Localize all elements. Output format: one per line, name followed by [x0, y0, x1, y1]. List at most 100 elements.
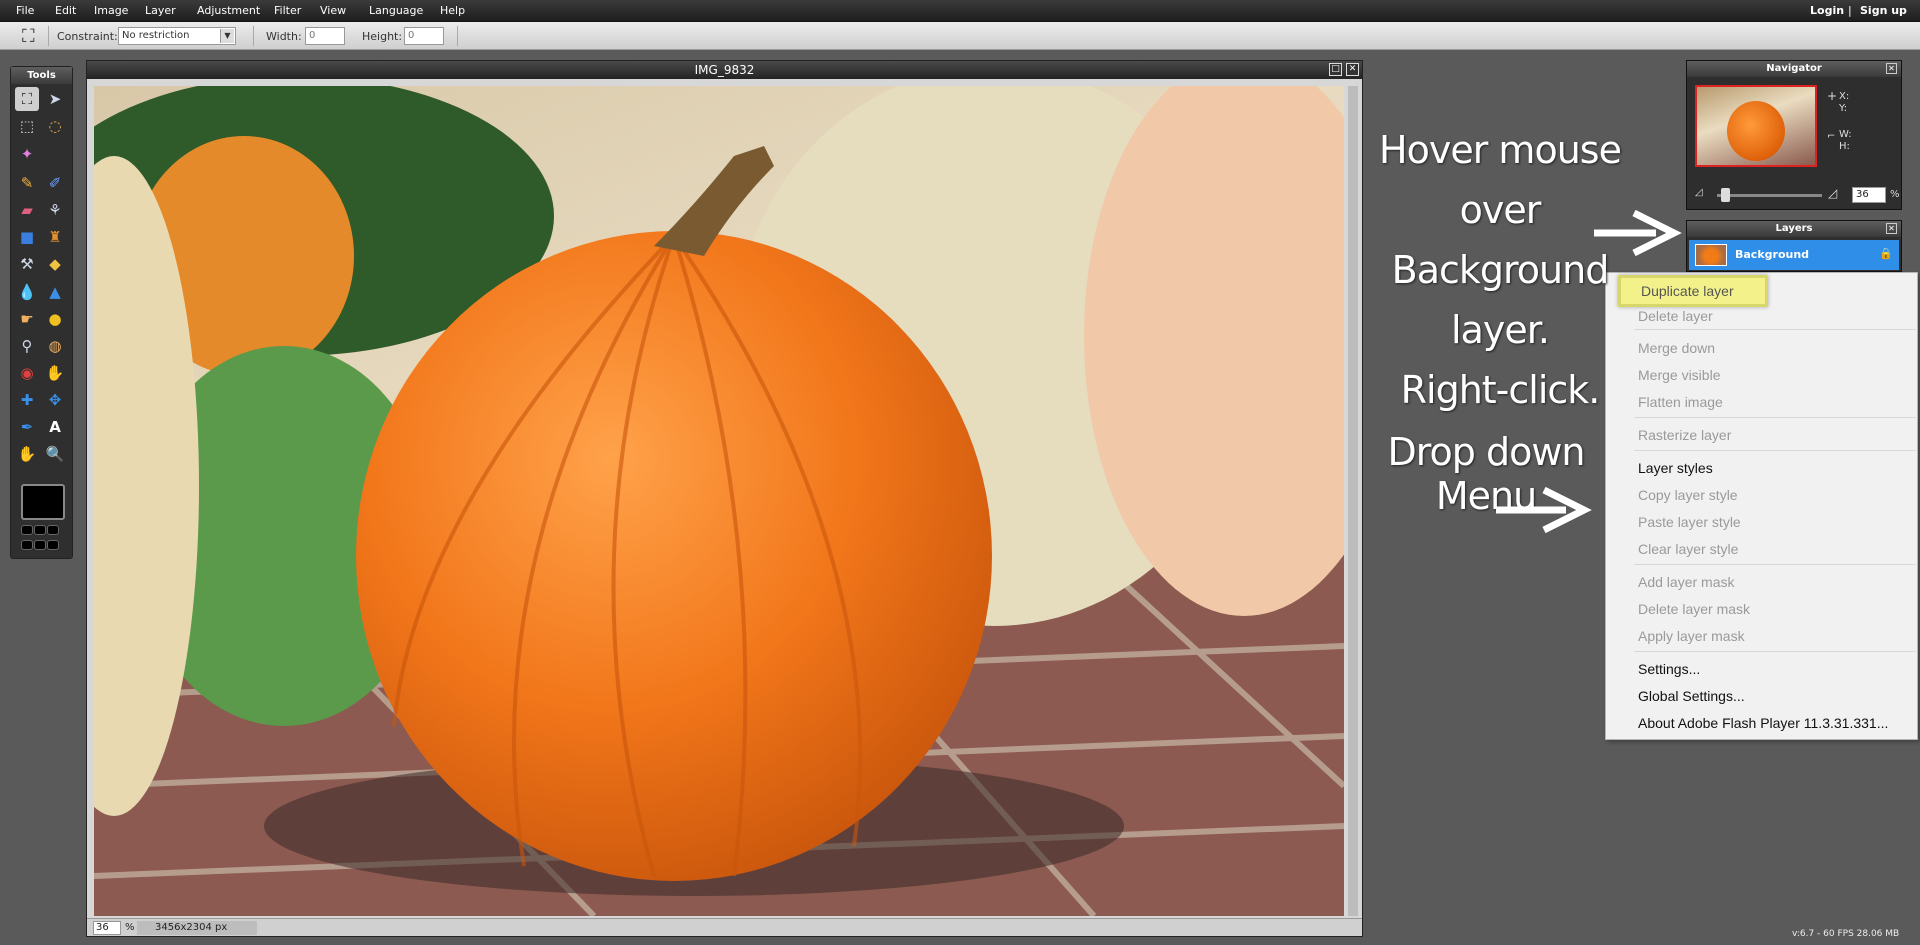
menu-item-rasterize-layer[interactable]: Rasterize layer	[1638, 427, 1731, 443]
close-icon[interactable]: ✕	[1346, 63, 1359, 76]
maximize-icon[interactable]: □	[1329, 63, 1342, 76]
eraser-icon[interactable]: ▰	[15, 198, 39, 222]
menu-help[interactable]: Help	[440, 4, 465, 17]
sponge-icon[interactable]: ●	[43, 307, 67, 331]
menu-item-delete-layer[interactable]: Delete layer	[1638, 308, 1713, 324]
thumbnail-pumpkin	[1727, 101, 1785, 161]
constraint-select[interactable]: No restriction ▼	[118, 27, 236, 45]
h-label: H:	[1839, 141, 1850, 152]
close-icon[interactable]: ✕	[1886, 223, 1897, 234]
height-input[interactable]: 0	[404, 27, 444, 45]
zoom-out-icon[interactable]: ◿	[1695, 187, 1703, 198]
layer-thumbnail	[1695, 244, 1727, 266]
menu-view[interactable]: View	[320, 4, 346, 17]
color-replace-icon[interactable]: ⚒	[15, 252, 39, 276]
annotation-hover: Hover mouse over Background layer. Right…	[1370, 120, 1630, 420]
swatch-dot[interactable]	[47, 540, 59, 550]
swatch-dot[interactable]	[21, 525, 33, 535]
menu-item-copy-layer-style[interactable]: Copy layer style	[1638, 487, 1738, 503]
color-picker-icon[interactable]: ✒	[15, 415, 39, 439]
navigator-thumbnail[interactable]	[1695, 85, 1817, 167]
menu-file[interactable]: File	[16, 4, 34, 17]
red-eye-icon[interactable]: ◉	[15, 361, 39, 385]
login-link[interactable]: Login	[1810, 4, 1844, 17]
menu-item-duplicate-layer[interactable]: Duplicate layer	[1618, 275, 1768, 307]
move-icon[interactable]: ➤	[43, 87, 67, 111]
width-label: Width:	[266, 30, 302, 43]
hand-icon[interactable]: ✋	[15, 442, 39, 466]
image-window: IMG_9832 □ ✕ 36 % 3456x2304 px	[86, 60, 1363, 937]
menu-language[interactable]: Language	[369, 4, 423, 17]
zoom-in-icon[interactable]: ◿	[1828, 186, 1837, 200]
menu-separator: |	[1848, 4, 1852, 17]
pencil-icon[interactable]: ✎	[15, 171, 39, 195]
burn-icon[interactable]: ✋	[43, 361, 67, 385]
menu-item-merge-down[interactable]: Merge down	[1638, 340, 1715, 356]
menu-adjustment[interactable]: Adjustment	[197, 4, 260, 17]
bloat-icon[interactable]: ✥	[43, 388, 67, 412]
gradient-icon[interactable]: ■	[15, 225, 39, 249]
shape-icon[interactable]: ◆	[43, 252, 67, 276]
width-input[interactable]: 0	[305, 27, 345, 45]
menu-divider	[1634, 450, 1916, 451]
signup-link[interactable]: Sign up	[1860, 4, 1907, 17]
menu-item-clear-layer-style[interactable]: Clear layer style	[1638, 541, 1738, 557]
menu-filter[interactable]: Filter	[274, 4, 301, 17]
menu-divider	[1634, 651, 1916, 652]
menu-layer[interactable]: Layer	[145, 4, 176, 17]
wand-icon[interactable]: ✦	[15, 142, 39, 166]
menu-item-merge-visible[interactable]: Merge visible	[1638, 367, 1720, 383]
menu-item-about-flash[interactable]: About Adobe Flash Player 11.3.31.331...	[1638, 715, 1888, 731]
context-menu: Duplicate layer Delete layer Merge down …	[1605, 272, 1918, 740]
menu-item-add-layer-mask[interactable]: Add layer mask	[1638, 574, 1734, 590]
image-canvas[interactable]	[94, 86, 1344, 916]
brush-icon[interactable]: ✐	[43, 171, 67, 195]
foreground-color-swatch[interactable]	[21, 484, 65, 520]
navigator-zoom-input[interactable]: 36	[1852, 187, 1886, 203]
swatch-dot[interactable]	[34, 525, 46, 535]
dodge-icon[interactable]: ◍	[43, 334, 67, 358]
lasso-icon[interactable]: ◌	[43, 114, 67, 138]
swatch-dot[interactable]	[21, 540, 33, 550]
smudge-icon[interactable]: ☛	[15, 307, 39, 331]
constraint-label: Constraint:	[57, 30, 118, 43]
menu-item-delete-layer-mask[interactable]: Delete layer mask	[1638, 601, 1750, 617]
zoom-icon[interactable]: 🔍	[43, 442, 67, 466]
swatch-dot[interactable]	[34, 540, 46, 550]
close-icon[interactable]: ✕	[1886, 63, 1897, 74]
menu-item-global-settings[interactable]: Global Settings...	[1638, 688, 1745, 704]
version-info: v:6.7 - 60 FPS 28.06 MB	[1792, 929, 1900, 939]
menu-item-flatten-image[interactable]: Flatten image	[1638, 394, 1723, 410]
menu-edit[interactable]: Edit	[55, 4, 76, 17]
lock-icon[interactable]: 🔒	[1879, 247, 1893, 260]
arrow-icon	[1594, 209, 1682, 257]
blur-icon[interactable]: 💧	[15, 280, 39, 304]
menu-image[interactable]: Image	[94, 4, 128, 17]
layers-panel: Layers ✕ Background 🔒	[1686, 220, 1902, 272]
layer-row-background[interactable]: Background 🔒	[1689, 240, 1899, 270]
clone-stamp-icon[interactable]: ♜	[43, 225, 67, 249]
marquee-icon[interactable]: ⬚	[15, 114, 39, 138]
sharpen-icon[interactable]: ▲	[43, 280, 67, 304]
menu-item-layer-styles[interactable]: Layer styles	[1638, 460, 1713, 476]
zoom-slider-handle[interactable]	[1721, 188, 1730, 202]
text-icon[interactable]: A	[43, 415, 67, 439]
chevron-down-icon[interactable]: ▼	[220, 29, 234, 43]
zoom-field[interactable]: 36	[93, 921, 121, 935]
navigator-zoom-unit: %	[1890, 189, 1900, 200]
replace-color-icon[interactable]: ⚘	[43, 198, 67, 222]
zoom-slider-track[interactable]	[1717, 194, 1822, 197]
menu-divider	[1634, 417, 1916, 418]
menu-item-apply-layer-mask[interactable]: Apply layer mask	[1638, 628, 1745, 644]
crop-icon[interactable]: ⛶	[15, 87, 39, 111]
swatch-dot[interactable]	[47, 525, 59, 535]
spot-heal-icon[interactable]: ✚	[15, 388, 39, 412]
menu-item-settings[interactable]: Settings...	[1638, 661, 1700, 677]
zoom-lens-icon[interactable]: ⚲	[15, 334, 39, 358]
menu-item-paste-layer-style[interactable]: Paste layer style	[1638, 514, 1741, 530]
crop-icon: ⛶	[22, 26, 35, 47]
height-label: Height:	[362, 30, 403, 43]
zoom-unit: %	[125, 922, 135, 933]
y-label: Y:	[1839, 103, 1848, 114]
vertical-scrollbar[interactable]	[1348, 86, 1358, 916]
